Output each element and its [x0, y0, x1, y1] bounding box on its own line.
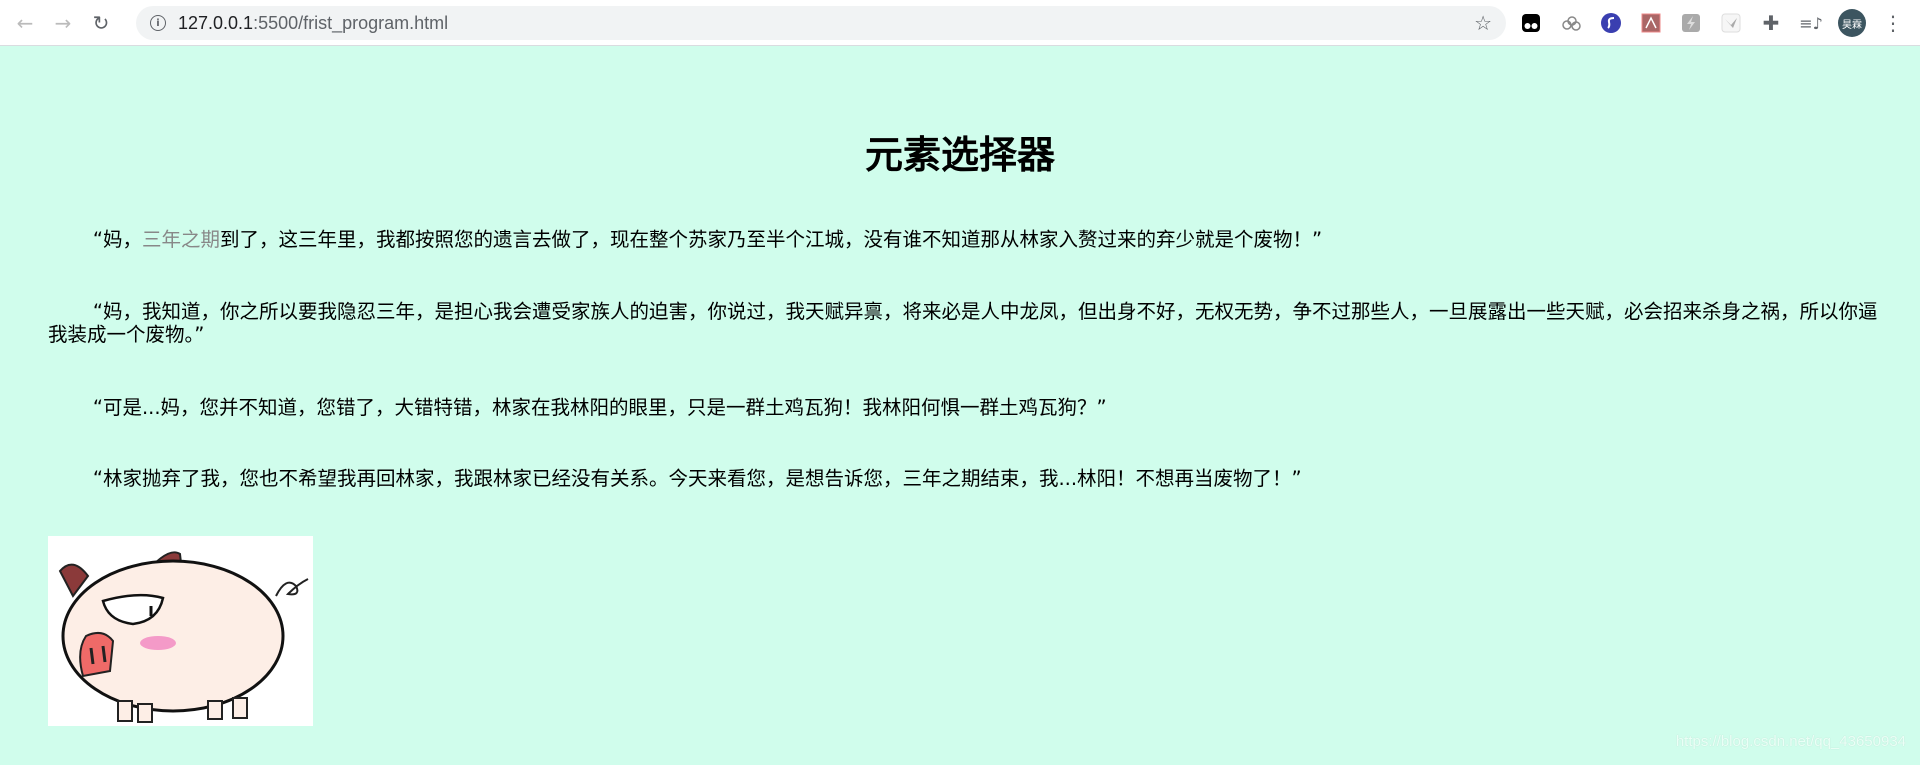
url-text[interactable]: 127.0.0.1:5500/frist_program.html [178, 13, 448, 34]
text: 到了，这三年里，我都按照您的遗言去做了，现在整个苏家乃至半个江城，没有谁不知道那… [219, 228, 1323, 251]
lightning-icon[interactable] [1678, 10, 1704, 36]
s-extension-icon[interactable] [1598, 10, 1624, 36]
extensions-area: ✚ ≡♪ 昊霖 ⋮ [1518, 0, 1920, 46]
browser-toolbar: ← → ↻ i 127.0.0.1:5500/frist_program.htm… [0, 0, 1920, 46]
menu-kebab-icon[interactable]: ⋮ [1880, 10, 1906, 36]
paragraph-1: “妈，三年之期到了，这三年里，我都按照您的遗言去做了，现在整个苏家乃至半个江城，… [48, 228, 1878, 251]
tampermonkey-icon[interactable] [1518, 10, 1544, 36]
back-button[interactable]: ← [12, 10, 38, 36]
highlighted-text: 三年之期 [141, 228, 220, 251]
paragraph-2: “妈，我知道，你之所以要我隐忍三年，是担心我会遭受家族人的迫害，你说过，我天赋异… [48, 300, 1878, 346]
paragraph-4: “林家抛弃了我，您也不希望我再回林家，我跟林家已经没有关系。今天来看您，是想告诉… [92, 467, 1302, 490]
paragraph-3: “可是...妈，您并不知道，您错了，大错特错，林家在我林阳的眼里，只是一群土鸡瓦… [92, 396, 1107, 419]
pdf-icon[interactable] [1638, 10, 1664, 36]
text: “妈， [92, 228, 142, 251]
page-title: 元素选择器 [864, 133, 1055, 177]
pig-image [48, 536, 313, 726]
bird-icon[interactable] [1718, 10, 1744, 36]
reload-button[interactable]: ↻ [88, 10, 114, 36]
puzzle-icon[interactable]: ✚ [1758, 10, 1784, 36]
url-path: :5500/frist_program.html [253, 12, 449, 33]
forward-button[interactable]: → [50, 10, 76, 36]
bookmark-star-icon[interactable]: ☆ [1474, 11, 1492, 35]
profile-avatar[interactable]: 昊霖 [1838, 9, 1866, 37]
url-host: 127.0.0.1 [178, 12, 254, 33]
address-bar[interactable]: i 127.0.0.1:5500/frist_program.html ☆ [136, 6, 1506, 40]
watermark: https://blog.csdn.net/qq_43650934 [1675, 733, 1906, 750]
site-info-icon[interactable]: i [150, 15, 166, 31]
cloud-sync-icon[interactable] [1558, 10, 1584, 36]
media-queue-icon[interactable]: ≡♪ [1798, 10, 1824, 36]
